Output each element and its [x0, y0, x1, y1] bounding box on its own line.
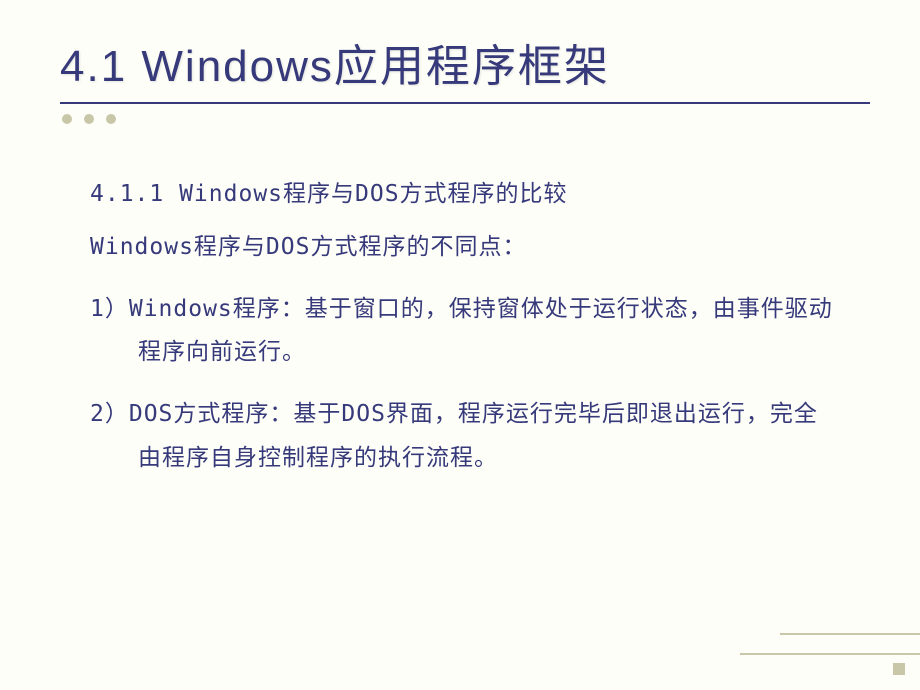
corner-square-icon — [893, 663, 905, 675]
corner-decoration — [720, 600, 920, 690]
dot-icon — [62, 114, 72, 124]
section-subtitle: 4.1.1 Windows程序与DOS方式程序的比较 — [90, 174, 840, 208]
dot-icon — [106, 114, 116, 124]
corner-line-icon — [780, 633, 920, 635]
corner-line-icon — [740, 653, 920, 655]
content-area: 4.1.1 Windows程序与DOS方式程序的比较 Windows程序与DOS… — [50, 154, 870, 480]
dot-icon — [84, 114, 94, 124]
title-section: 4.1 Windows应用程序框架 — [50, 30, 870, 124]
title-underline — [60, 102, 870, 104]
intro-text: Windows程序与DOS方式程序的不同点： — [90, 226, 840, 270]
slide-title: 4.1 Windows应用程序框架 — [60, 30, 870, 94]
point-1: 1）Windows程序：基于窗口的，保持窗体处于运行状态，由事件驱动程序向前运行… — [90, 288, 840, 375]
decorative-dots — [62, 114, 870, 124]
slide-container: 4.1 Windows应用程序框架 4.1.1 Windows程序与DOS方式程… — [0, 0, 920, 690]
point-2: 2）DOS方式程序：基于DOS界面，程序运行完毕后即退出运行，完全由程序自身控制… — [90, 393, 840, 480]
